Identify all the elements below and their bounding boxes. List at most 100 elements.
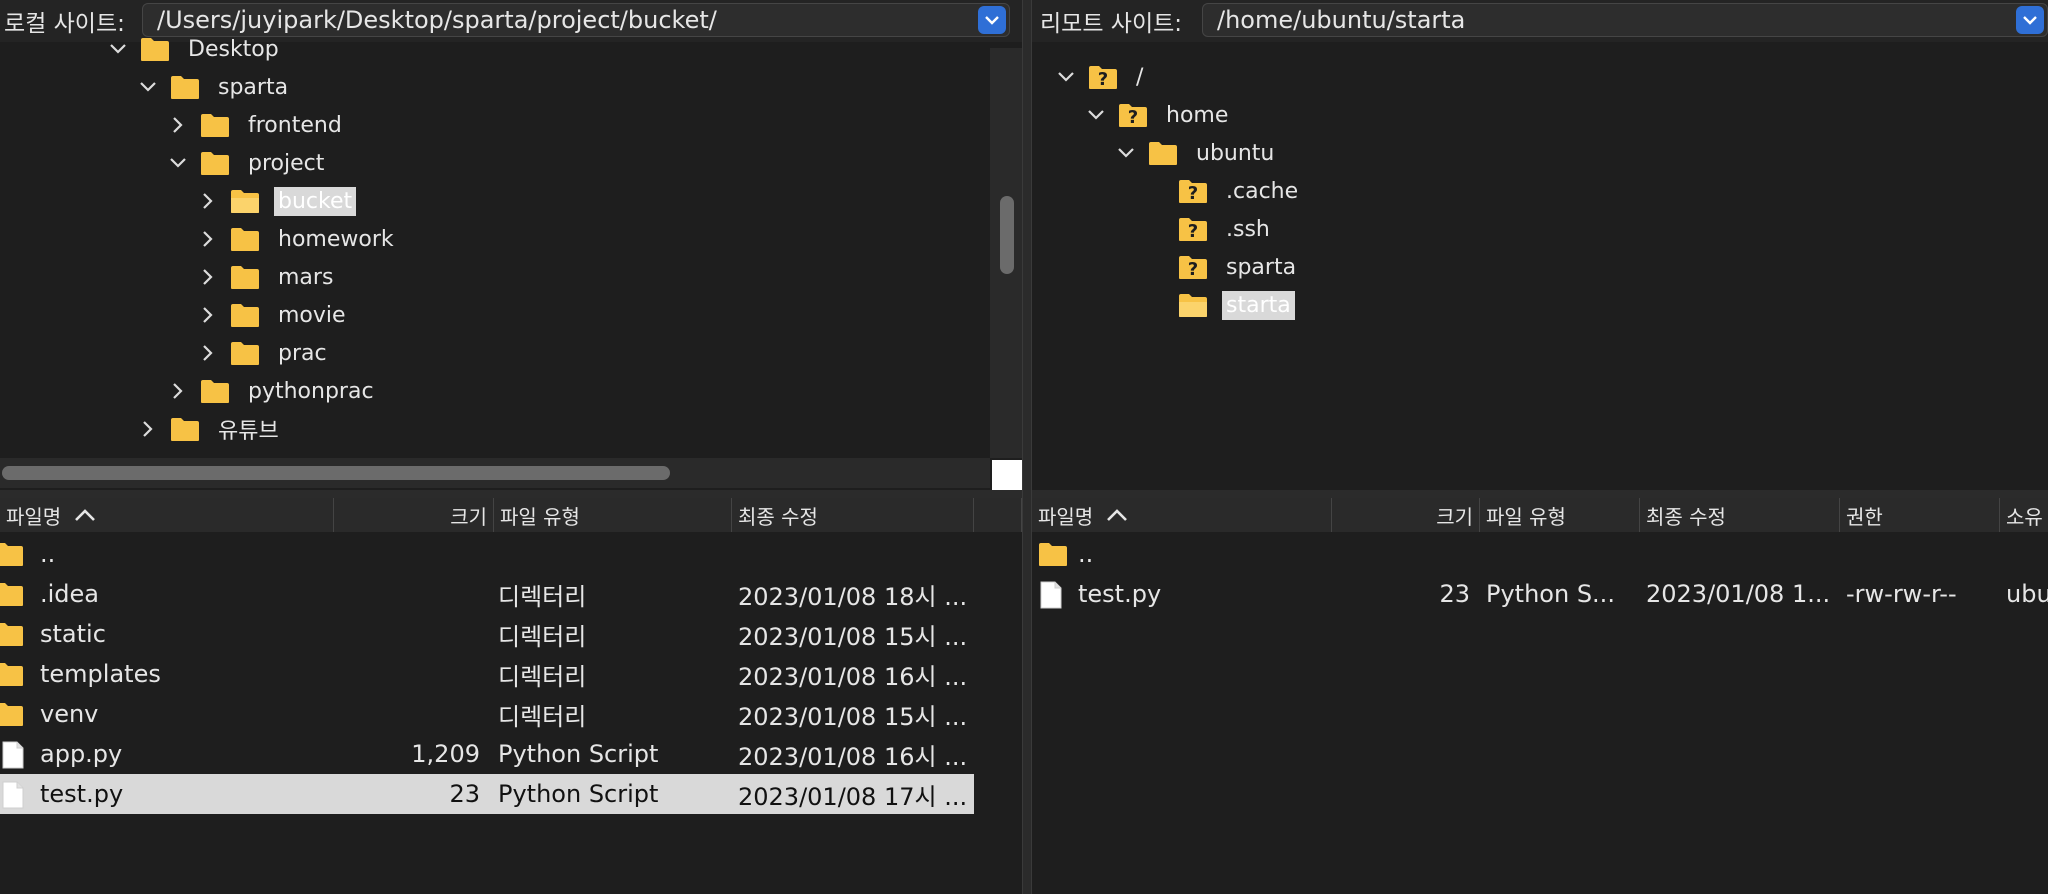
- local-file-row[interactable]: templates 디렉터리 2023/01/08 16시 ...: [0, 654, 974, 694]
- chevron-right-icon[interactable]: [136, 417, 160, 441]
- local-tree-item[interactable]: Desktop: [106, 30, 283, 68]
- remote-path-dropdown-button[interactable]: [2016, 6, 2044, 34]
- local-file-type: 디렉터리: [498, 702, 587, 731]
- local-file-row[interactable]: test.py 23 Python Script 2023/01/08 17시 ...: [0, 774, 974, 814]
- local-file-modified: 2023/01/08 18시 ...: [738, 582, 968, 611]
- local-tree-horizontal-scrollbar[interactable]: [0, 458, 990, 488]
- chevron-right-icon[interactable]: [196, 227, 220, 251]
- chevron-right-icon[interactable]: [196, 265, 220, 289]
- remote-tree-item[interactable]: ? home: [1084, 96, 1232, 134]
- remote-path-field[interactable]: /home/ubuntu/starta: [1202, 3, 2048, 37]
- column-header-modified[interactable]: 최종 수정: [732, 498, 974, 532]
- unknown-folder-icon: ?: [1089, 66, 1117, 90]
- local-file-row[interactable]: ..: [0, 534, 974, 574]
- chevron-down-icon[interactable]: [106, 37, 130, 61]
- column-header-type-label: 파일 유형: [500, 504, 580, 529]
- local-path-dropdown-button[interactable]: [978, 6, 1006, 34]
- remote-column-header-permissions[interactable]: 권한: [1840, 498, 2000, 532]
- local-tree-item-label: Desktop: [188, 36, 279, 62]
- unknown-folder-icon: ?: [1179, 256, 1207, 280]
- local-file-row[interactable]: static 디렉터리 2023/01/08 15시 ...: [0, 614, 974, 654]
- remote-column-header-owner[interactable]: 소유: [2000, 498, 2048, 532]
- local-file-name: ..: [40, 540, 56, 568]
- chevron-down-icon[interactable]: [1084, 103, 1108, 127]
- remote-path-text[interactable]: /home/ubuntu/starta: [1203, 6, 2016, 34]
- local-tree-item-label: homework: [278, 226, 394, 252]
- folder-icon: [231, 304, 259, 327]
- local-file-row[interactable]: app.py 1,209 Python Script 2023/01/08 16시 .…: [0, 734, 974, 774]
- remote-file-row[interactable]: test.py 23 Python S... 2023/01/08 1... -rw-r…: [1032, 574, 2048, 614]
- local-file-size: [330, 614, 480, 654]
- chevron-right-icon[interactable]: [166, 113, 190, 137]
- remote-column-header-permissions-label: 권한: [1846, 504, 1883, 529]
- remote-tree-item[interactable]: ? /: [1054, 58, 1147, 96]
- remote-tree-item[interactable]: ? .cache: [1178, 172, 1302, 210]
- remote-tree-item[interactable]: ? sparta: [1178, 248, 1300, 286]
- remote-tree-item[interactable]: ? .ssh: [1178, 210, 1274, 248]
- local-tree-item-label: 유튜브: [218, 419, 279, 444]
- remote-pane-splitter[interactable]: [1032, 490, 2048, 498]
- local-tree-item[interactable]: frontend: [166, 106, 346, 144]
- local-tree-vertical-scrollbar[interactable]: [990, 48, 1022, 458]
- local-file-type: Python Script: [498, 780, 659, 808]
- local-file-modified: [738, 534, 970, 574]
- remote-tree-item[interactable]: starta: [1178, 286, 1295, 324]
- local-tree-horizontal-scroll-thumb[interactable]: [2, 466, 670, 480]
- local-tree-item[interactable]: movie: [196, 296, 350, 334]
- chevron-down-icon[interactable]: [136, 75, 160, 99]
- svg-text:?: ?: [1128, 107, 1138, 128]
- remote-file-size: [1332, 534, 1470, 574]
- local-tree-item-label: frontend: [248, 112, 342, 138]
- chevron-down-icon: [985, 16, 999, 25]
- remote-column-header-type[interactable]: 파일 유형: [1480, 498, 1640, 532]
- remote-file-modified: 2023/01/08 1...: [1646, 580, 1831, 608]
- local-file-modified: 2023/01/08 16시 ...: [738, 742, 968, 771]
- folder-icon: [231, 342, 259, 365]
- remote-tree-item[interactable]: ubuntu: [1114, 134, 1278, 172]
- local-tree-item[interactable]: prac: [196, 334, 331, 372]
- chevron-right-icon[interactable]: [196, 341, 220, 365]
- local-tree-item[interactable]: bucket: [196, 182, 357, 220]
- chevron-right-icon[interactable]: [196, 303, 220, 327]
- remote-column-header-name[interactable]: 파일명: [1032, 498, 1332, 532]
- remote-column-header-size[interactable]: 크기: [1332, 498, 1480, 532]
- folder-icon: [0, 703, 23, 726]
- chevron-down-icon[interactable]: [166, 151, 190, 175]
- local-tree-item[interactable]: mars: [196, 258, 337, 296]
- folder-icon: [201, 152, 229, 175]
- column-header-extra[interactable]: [974, 498, 1022, 532]
- local-tree-vertical-scroll-thumb[interactable]: [1000, 196, 1014, 274]
- local-tree-item[interactable]: sparta: [136, 68, 292, 106]
- remote-file-row[interactable]: ..: [1032, 534, 2048, 574]
- site-divider[interactable]: [1022, 0, 1032, 894]
- remote-file-owner: [2006, 534, 2048, 574]
- local-tree-item[interactable]: 유튜브: [136, 410, 283, 448]
- local-site-pane: 로컬 사이트: /Users/juyipark/Desktop/sparta/p…: [0, 0, 1022, 894]
- local-tree-item[interactable]: project: [166, 144, 328, 182]
- chevron-down-icon: [2023, 16, 2037, 25]
- local-file-row-icon: [0, 541, 38, 571]
- sort-ascending-icon: [75, 509, 96, 521]
- folder-icon: [0, 543, 23, 566]
- remote-file-type: [1486, 534, 1636, 574]
- folder-icon: [0, 583, 23, 606]
- remote-file-name: test.py: [1078, 580, 1162, 608]
- local-file-name: app.py: [40, 740, 123, 768]
- pane-splitter[interactable]: [0, 490, 1022, 498]
- remote-column-header-modified[interactable]: 최종 수정: [1640, 498, 1840, 532]
- chevron-down-icon[interactable]: [1114, 141, 1138, 165]
- remote-tree-item-label: .ssh: [1226, 216, 1270, 242]
- chevron-down-icon[interactable]: [1054, 65, 1078, 89]
- column-header-modified-label: 최종 수정: [738, 504, 818, 529]
- column-header-type[interactable]: 파일 유형: [494, 498, 732, 532]
- local-file-row[interactable]: .idea 디렉터리 2023/01/08 18시 ...: [0, 574, 974, 614]
- chevron-right-icon[interactable]: [196, 189, 220, 213]
- remote-file-name: ..: [1078, 540, 1094, 568]
- folder-icon: [201, 114, 229, 137]
- local-file-row[interactable]: venv 디렉터리 2023/01/08 15시 ...: [0, 694, 974, 734]
- column-header-size[interactable]: 크기: [334, 498, 494, 532]
- local-tree-item[interactable]: pythonprac: [166, 372, 378, 410]
- column-header-name[interactable]: 파일명: [0, 498, 334, 532]
- chevron-right-icon[interactable]: [166, 379, 190, 403]
- local-tree-item[interactable]: homework: [196, 220, 398, 258]
